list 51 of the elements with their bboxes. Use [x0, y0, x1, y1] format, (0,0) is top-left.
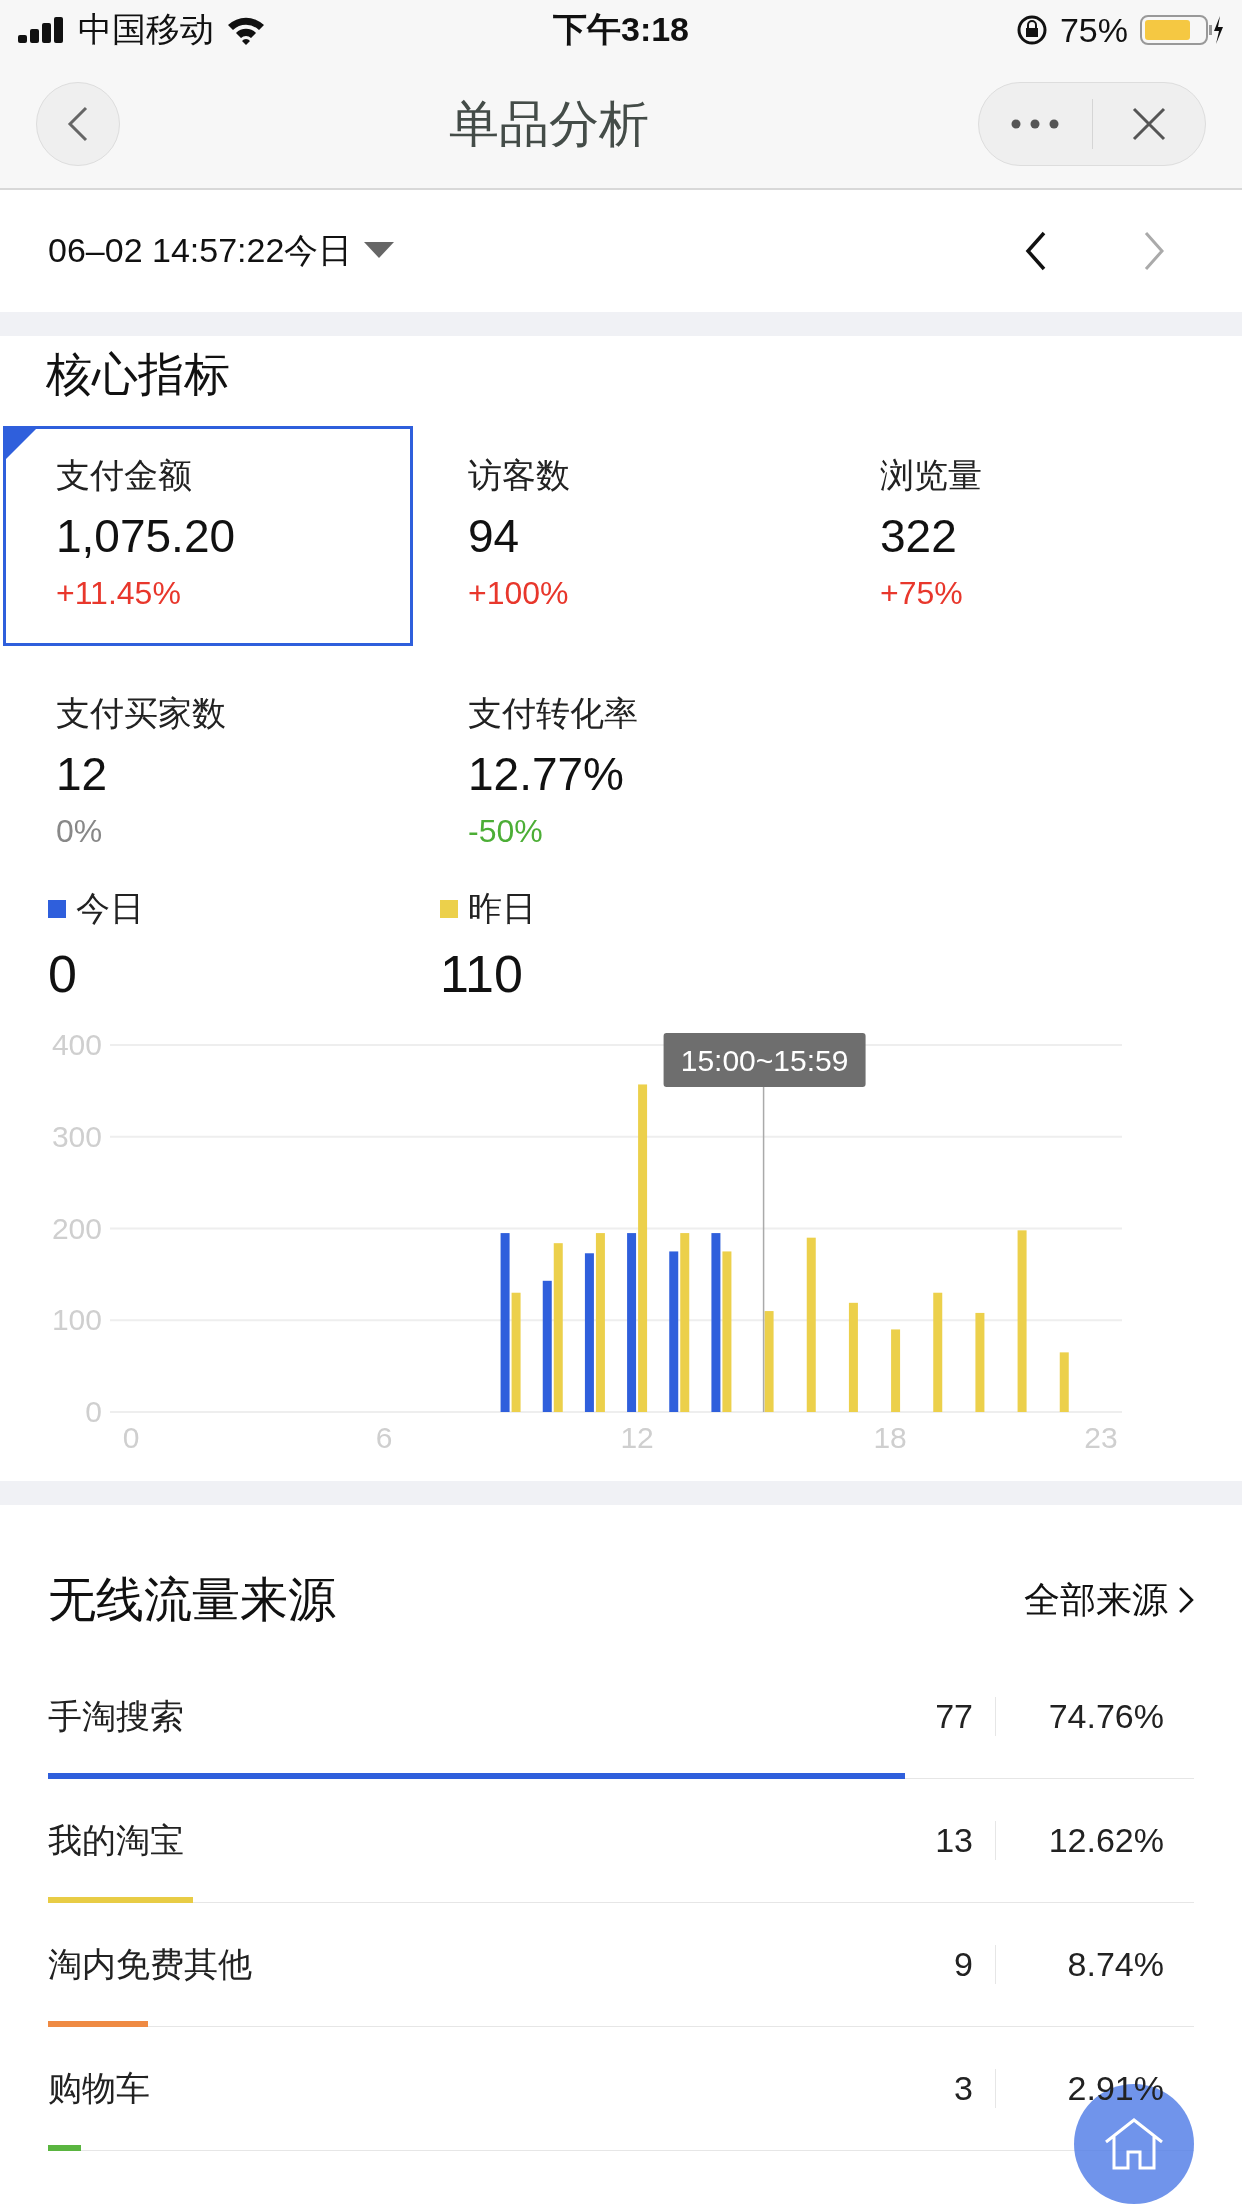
source-name: 我的淘宝: [48, 1819, 185, 1861]
metric-value: 322: [880, 509, 958, 563]
metric-value: 1,075.20: [56, 509, 237, 563]
legend-value: 110: [440, 944, 524, 1004]
metric-value: 12: [56, 747, 109, 801]
chevron-right-icon: [1178, 1586, 1194, 1614]
source-share: 8.74%: [1066, 1945, 1165, 1984]
page-title: 单品分析: [449, 94, 649, 154]
metric-label: 支付金额: [56, 455, 193, 496]
source-count: 13: [916, 1821, 996, 1860]
all-sources-link[interactable]: 全部来源: [1024, 1575, 1194, 1625]
source-count: 77: [916, 1697, 996, 1736]
section-title: 无线流量来源: [48, 1572, 336, 1628]
source-share: 74.76%: [1047, 1697, 1165, 1736]
source-name: 购物车: [48, 2067, 151, 2109]
signal-icon: [18, 17, 66, 43]
metric-value: 94: [468, 509, 521, 563]
more-icon: [1011, 119, 1060, 129]
chevron-left-icon: [66, 104, 90, 144]
metric-card[interactable]: 支付金额 1,075.20 +11.45%: [3, 426, 413, 646]
wifi-icon: [226, 15, 266, 45]
metric-label: 支付买家数: [56, 693, 227, 734]
close-icon: [1131, 107, 1166, 141]
carrier-name: 中国移动: [78, 9, 214, 50]
metric-label: 浏览量: [880, 455, 983, 496]
home-icon: [1102, 2116, 1166, 2172]
status-time: 下午3:18: [552, 9, 690, 50]
battery-charging-icon: [1140, 14, 1224, 46]
source-share: 12.62%: [1047, 1821, 1165, 1860]
legend-label: 昨日: [468, 888, 536, 929]
legend-label: 今日: [76, 888, 144, 929]
battery-percentage: 75%: [1059, 10, 1128, 50]
metric-label: 支付转化率: [468, 693, 639, 734]
caret-icon: [364, 242, 395, 260]
section-title: 核心指标: [45, 347, 231, 402]
metric-label: 访客数: [468, 455, 571, 496]
source-count: 9: [916, 1945, 996, 1984]
chevron-left-icon: [1024, 230, 1048, 272]
annotation: 15:00~15:59: [680, 1044, 849, 1077]
metric-value: 12.77%: [468, 747, 625, 801]
date-selector[interactable]: 06–02 14:57:22今日: [48, 228, 958, 274]
tooltip: 15:00~15:59: [663, 1033, 866, 1087]
source-name: 手淘搜索: [48, 1695, 185, 1737]
source-count: 3: [916, 2069, 996, 2108]
bar: [1059, 1352, 1069, 1412]
metric-change: +11.45%: [56, 575, 182, 612]
corner-marker: [6, 429, 36, 459]
source-name: 淘内免费其他: [48, 1943, 253, 1985]
legend-value: 0: [48, 944, 78, 1004]
rotation-lock-icon: [1015, 14, 1048, 46]
chevron-right-icon: [1142, 230, 1166, 272]
